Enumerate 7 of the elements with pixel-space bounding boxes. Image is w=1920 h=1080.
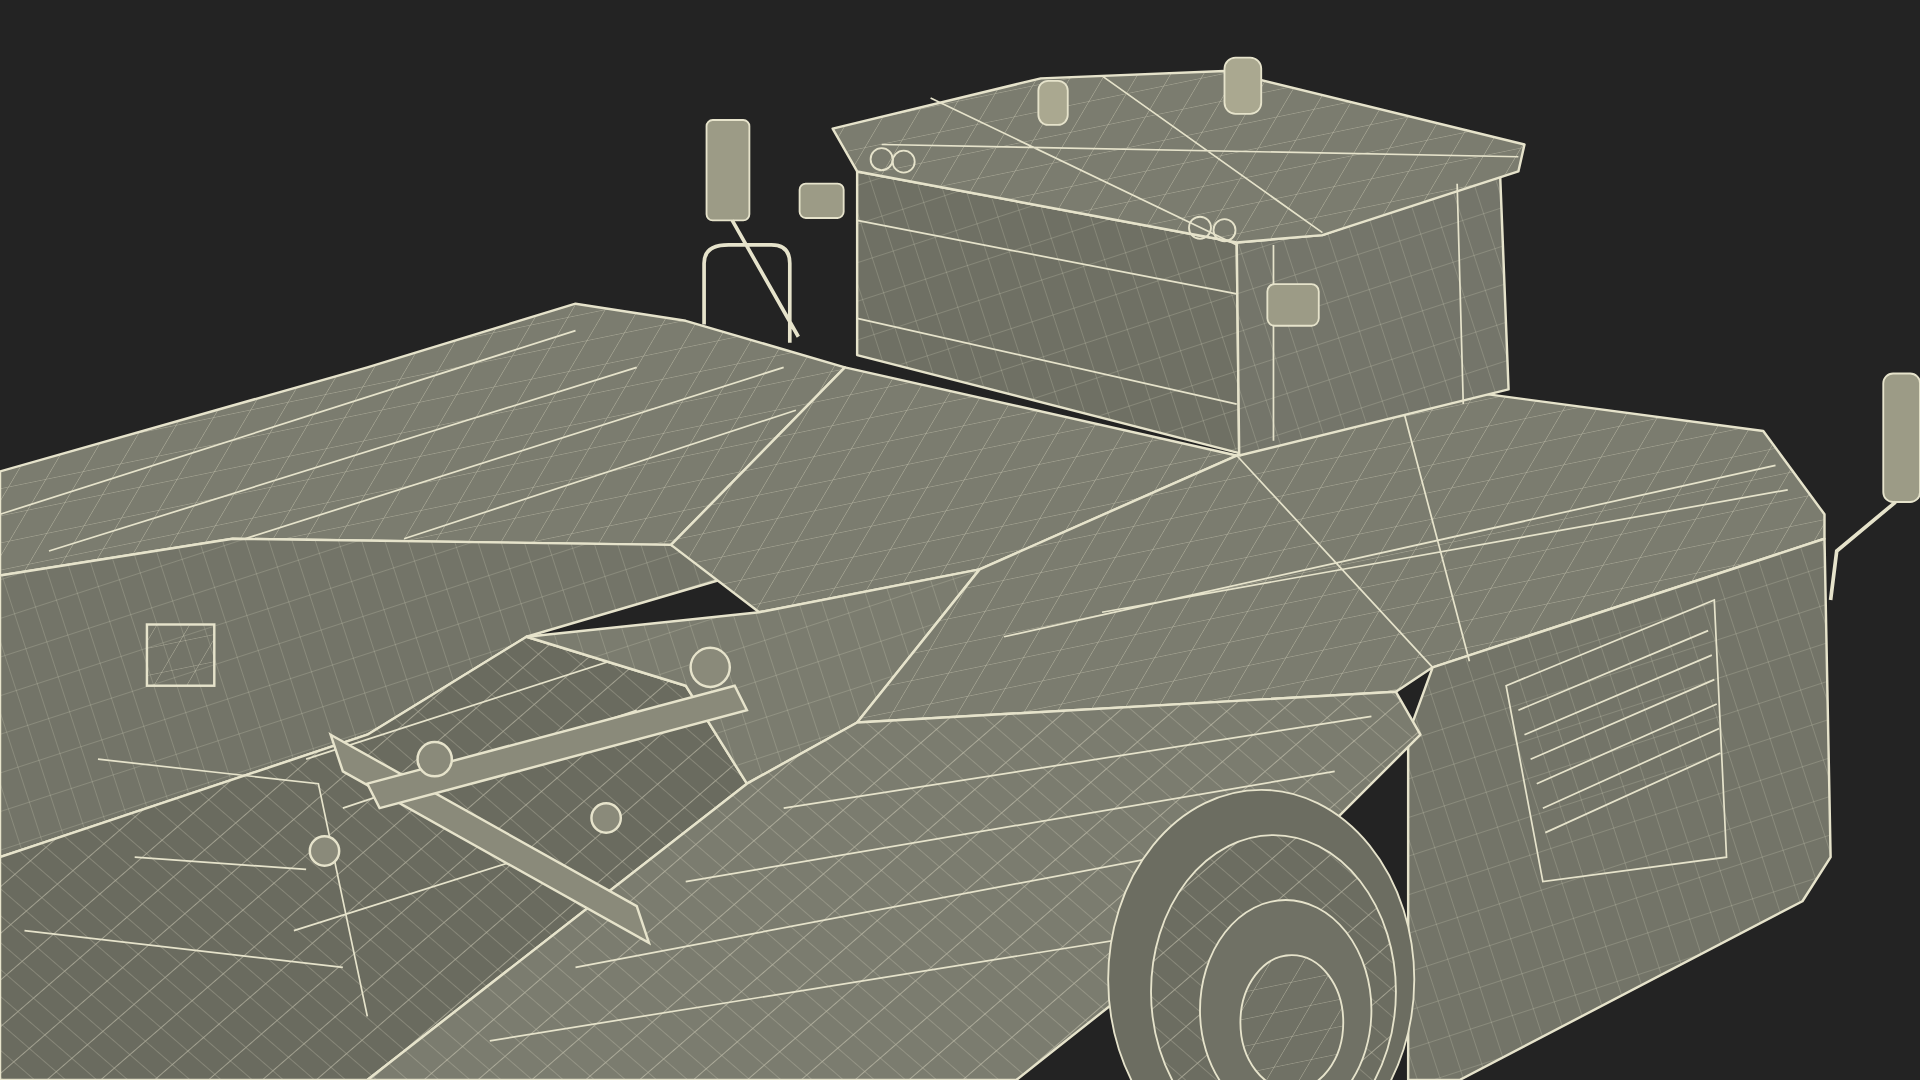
lamp xyxy=(145,623,216,687)
work-light xyxy=(798,182,845,219)
beacon-light xyxy=(1037,79,1069,126)
beacon-light xyxy=(1223,56,1263,115)
headlight-pair xyxy=(869,147,916,174)
work-light xyxy=(1266,283,1320,327)
headlight-pair xyxy=(1188,215,1237,243)
